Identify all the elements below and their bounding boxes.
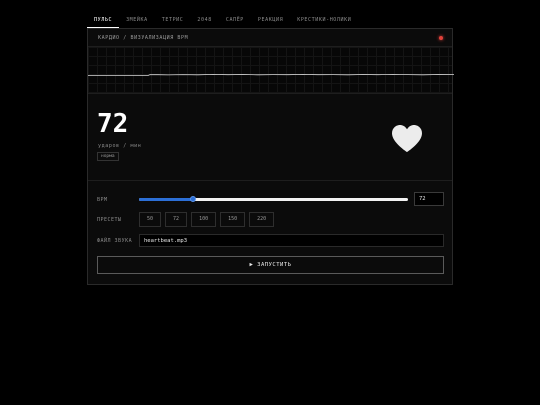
card-header: кардио / визуализация bpm	[88, 29, 452, 47]
sound-file-input[interactable]	[139, 234, 444, 247]
preset-button-72[interactable]: 72	[165, 212, 188, 227]
slider-handle[interactable]	[189, 196, 196, 202]
file-row: файл звука	[88, 234, 452, 247]
tab-tic-tac-toe[interactable]: крестики-нолики	[290, 12, 358, 28]
preset-button-150[interactable]: 150	[220, 212, 246, 227]
status-badge: норма	[97, 152, 119, 161]
top-nav: пульс змейка тетрис 2048 сапёр реакция к…	[87, 12, 453, 28]
slider-fill	[139, 198, 193, 201]
preset-button-220[interactable]: 220	[249, 212, 275, 227]
preset-buttons: 50 72 100 150 220	[139, 212, 278, 227]
bpm-unit: ударов / мин	[98, 143, 142, 149]
presets-row: пресеты 50 72 100 150 220	[88, 212, 452, 227]
tab-2048[interactable]: 2048	[190, 12, 218, 28]
start-button[interactable]: ▶ запустить	[97, 256, 444, 274]
preset-button-50[interactable]: 50	[139, 212, 162, 227]
presets-label: пресеты	[97, 217, 122, 223]
file-label: файл звука	[97, 238, 133, 244]
ecg-waveform	[88, 73, 454, 76]
ecg-monitor	[88, 47, 454, 94]
bpm-label: bpm	[97, 197, 108, 203]
bpm-value: 72	[97, 109, 129, 139]
heart-icon	[392, 125, 422, 152]
tab-snake[interactable]: змейка	[119, 12, 155, 28]
pulse-card: кардио / визуализация bpm 72 ударов / ми…	[87, 28, 454, 285]
tab-pulse[interactable]: пульс	[87, 12, 120, 28]
tab-tetris[interactable]: тетрис	[155, 12, 191, 28]
preset-button-100[interactable]: 100	[191, 212, 217, 227]
bpm-input[interactable]	[414, 192, 444, 206]
tab-minesweeper[interactable]: сапёр	[219, 12, 251, 28]
recording-indicator-icon	[439, 36, 443, 40]
tab-reaction[interactable]: реакция	[251, 12, 290, 28]
card-title: кардио / визуализация bpm	[98, 35, 189, 41]
start-row: ▶ запустить	[88, 256, 452, 274]
bpm-row: bpm	[88, 192, 452, 207]
bpm-display: 72 ударов / мин норма	[88, 95, 452, 181]
bpm-slider[interactable]	[139, 196, 408, 202]
app-root: пульс змейка тетрис 2048 сапёр реакция к…	[0, 0, 540, 405]
